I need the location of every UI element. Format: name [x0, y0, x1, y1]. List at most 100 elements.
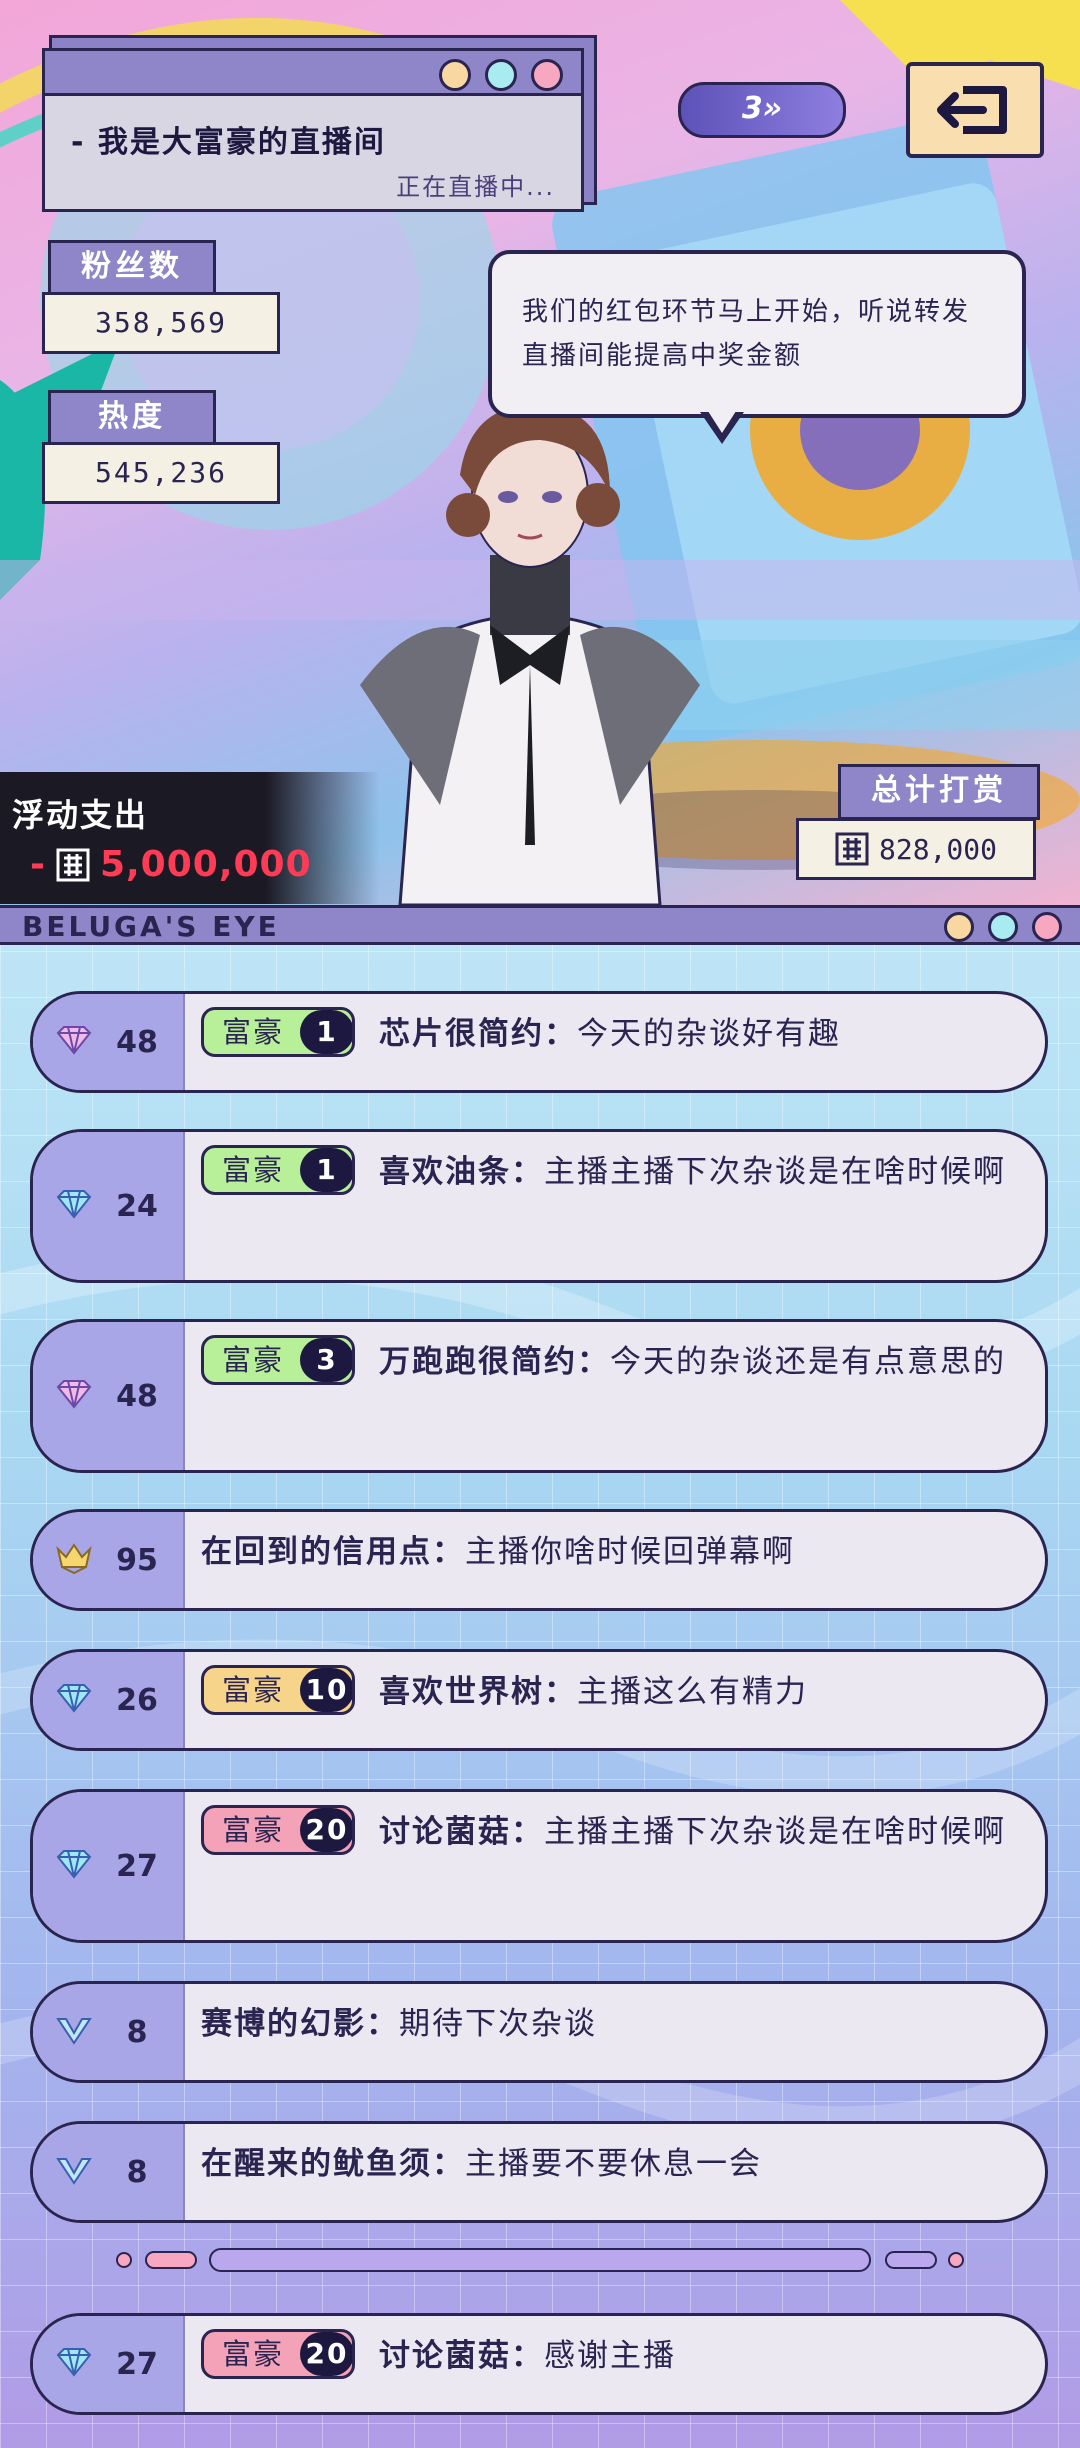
message-rank: 8: [33, 1984, 185, 2080]
message-username[interactable]: 喜欢世界树：: [379, 1674, 577, 1710]
speech-bubble: 我们的红包环节马上开始，听说转发直播间能提高中奖金额: [488, 250, 1026, 418]
badge-level: 1: [300, 1009, 353, 1054]
stream-scene: - 我是大富豪的直播间 正在直播中... 3» 粉丝数 358,569 热度 5…: [0, 0, 1080, 905]
rank-number: 48: [116, 1378, 158, 1414]
message-rank: 27: [33, 2316, 185, 2412]
crown-icon: [54, 1541, 94, 1579]
badge-label: 富豪: [222, 1342, 285, 1377]
total-tips-label: 总计打赏: [838, 764, 1040, 820]
heat-label: 热度: [48, 390, 216, 446]
rank-number: 8: [126, 2154, 148, 2190]
chat-message[interactable]: 8 赛博的幻影：期待下次杂谈: [30, 1981, 1048, 2083]
chat-message[interactable]: 27 富豪 20 讨论菌菇：主播主播下次杂谈是在啥时候啊: [30, 1789, 1048, 1943]
exit-button[interactable]: [906, 62, 1044, 158]
message-username[interactable]: 万跑跑很简约：: [379, 1344, 610, 1380]
floating-expense-value: 5,000,000: [99, 844, 312, 885]
message-text: 主播你啥时候回弹幕啊: [465, 1534, 795, 1570]
rank-number: 27: [116, 2346, 158, 2382]
window-dot-icon: [944, 912, 974, 942]
message-text: 主播主播下次杂谈是在啥时候啊: [544, 1814, 1007, 1850]
badge-label: 富豪: [222, 1014, 285, 1049]
pink-diamond-icon: [54, 1023, 94, 1061]
badge-level: 20: [300, 1807, 353, 1852]
rich-badge: 富豪 20: [201, 2328, 356, 2379]
chat-message[interactable]: 48 富豪 3 万跑跑很简约：今天的杂谈还是有点意思的: [30, 1319, 1048, 1473]
chevron-icon: [54, 2013, 94, 2051]
chat-message[interactable]: 27 富豪 20 讨论菌菇：感谢主播: [30, 2313, 1048, 2415]
chat-message[interactable]: 48 富豪 1 芯片很简约：今天的杂谈好有趣: [30, 991, 1048, 1093]
message-body: 在回到的信用点：主播你啥时候回弹幕啊: [201, 1512, 1045, 1590]
floating-expense: 浮动支出 - 5,000,000: [0, 772, 380, 904]
message-username[interactable]: 喜欢油条：: [379, 1154, 544, 1190]
window-dot-icon: [439, 59, 471, 91]
rich-badge: 富豪 1: [201, 1006, 356, 1057]
floating-expense-label: 浮动支出: [12, 796, 149, 834]
message-rank: 95: [33, 1512, 185, 1608]
message-rank: 27: [33, 1792, 185, 1940]
stream-title: - 我是大富豪的直播间: [71, 125, 386, 160]
badge-label: 富豪: [222, 1672, 285, 1707]
total-tips-value: 828,000: [878, 832, 997, 866]
message-username[interactable]: 讨论菌菇：: [379, 2338, 544, 2374]
rich-badge: 富豪 1: [201, 1144, 356, 1195]
badge-label: 富豪: [222, 2336, 285, 2371]
message-username[interactable]: 赛博的幻影：: [201, 2006, 399, 2042]
currency-icon: [835, 832, 869, 866]
message-body: 富豪 20 讨论菌菇：主播主播下次杂谈是在啥时候啊: [201, 1792, 1045, 1870]
message-text: 感谢主播: [544, 2338, 677, 2374]
chat-panel-titlebar: BELUGA'S EYE: [0, 905, 1080, 945]
message-text: 主播主播下次杂谈是在啥时候啊: [544, 1154, 1007, 1190]
speech-bubble-tail: [700, 408, 744, 444]
message-text: 主播这么有精力: [577, 1674, 809, 1710]
streamer-avatar: [360, 405, 700, 905]
blue-diamond-icon: [54, 1847, 94, 1885]
blue-diamond-icon: [54, 2345, 94, 2383]
chat-panel[interactable]: BELUGA'S EYE 48 富豪 1 芯片很简约：今天的杂谈好有趣 24 富豪 1 喜欢油…: [0, 905, 1080, 2448]
message-body: 富豪 10 喜欢世界树：主播这么有精力: [201, 1652, 1045, 1730]
stream-status: 正在直播中...: [396, 173, 555, 201]
chevron-icon: [54, 2153, 94, 2191]
rank-number: 8: [126, 2014, 148, 2050]
fans-value: 358,569: [42, 292, 280, 354]
message-username[interactable]: 在回到的信用点：: [201, 1534, 465, 1570]
message-rank: 26: [33, 1652, 185, 1748]
rank-number: 26: [116, 1682, 158, 1718]
badge-label: 富豪: [222, 1152, 285, 1187]
message-text: 今天的杂谈还是有点意思的: [610, 1344, 1007, 1380]
rank-number: 27: [116, 1848, 158, 1884]
scroll-indicator[interactable]: [110, 2245, 970, 2275]
stream-title-window: - 我是大富豪的直播间 正在直播中...: [42, 48, 584, 212]
total-tips-box: 828,000: [796, 818, 1036, 880]
message-body: 富豪 1 喜欢油条：主播主播下次杂谈是在啥时候啊: [201, 1132, 1045, 1210]
chat-message[interactable]: 26 富豪 10 喜欢世界树：主播这么有精力: [30, 1649, 1048, 1751]
currency-icon: [56, 848, 90, 881]
window-dot-icon: [531, 59, 563, 91]
badge-level: 3: [300, 1337, 353, 1382]
rank-number: 48: [116, 1024, 158, 1060]
message-body: 赛博的幻影：期待下次杂谈: [201, 1984, 1045, 2062]
title-window-bar: [45, 51, 581, 96]
message-username[interactable]: 芯片很简约：: [379, 1016, 577, 1052]
chat-message[interactable]: 95 在回到的信用点：主播你啥时候回弹幕啊: [30, 1509, 1048, 1611]
message-text: 今天的杂谈好有趣: [577, 1016, 842, 1052]
badge-level: 20: [300, 2331, 353, 2376]
message-body: 富豪 20 讨论菌菇：感谢主播: [201, 2316, 1045, 2394]
rich-badge: 富豪 10: [201, 1664, 356, 1715]
chat-message[interactable]: 8 在醒来的鱿鱼须：主播要不要休息一会: [30, 2121, 1048, 2223]
window-dot-icon: [485, 59, 517, 91]
chat-panel-title: BELUGA'S EYE: [22, 910, 280, 943]
exit-icon: [937, 86, 1007, 134]
message-username[interactable]: 在醒来的鱿鱼须：: [201, 2146, 465, 2182]
chat-message[interactable]: 24 富豪 1 喜欢油条：主播主播下次杂谈是在啥时候啊: [30, 1129, 1048, 1283]
badge-level: 10: [300, 1667, 353, 1712]
message-username[interactable]: 讨论菌菇：: [379, 1814, 544, 1850]
floating-expense-value-row: - 5,000,000: [30, 844, 312, 885]
rich-badge: 富豪 3: [201, 1334, 356, 1385]
message-rank: 24: [33, 1132, 185, 1280]
rank-number: 24: [116, 1188, 158, 1224]
floating-expense-prefix: -: [30, 844, 46, 885]
blue-diamond-icon: [54, 1681, 94, 1719]
rich-badge: 富豪 20: [201, 1804, 356, 1855]
message-body: 在醒来的鱿鱼须：主播要不要休息一会: [201, 2124, 1045, 2202]
badge-label: 富豪: [222, 1812, 285, 1847]
